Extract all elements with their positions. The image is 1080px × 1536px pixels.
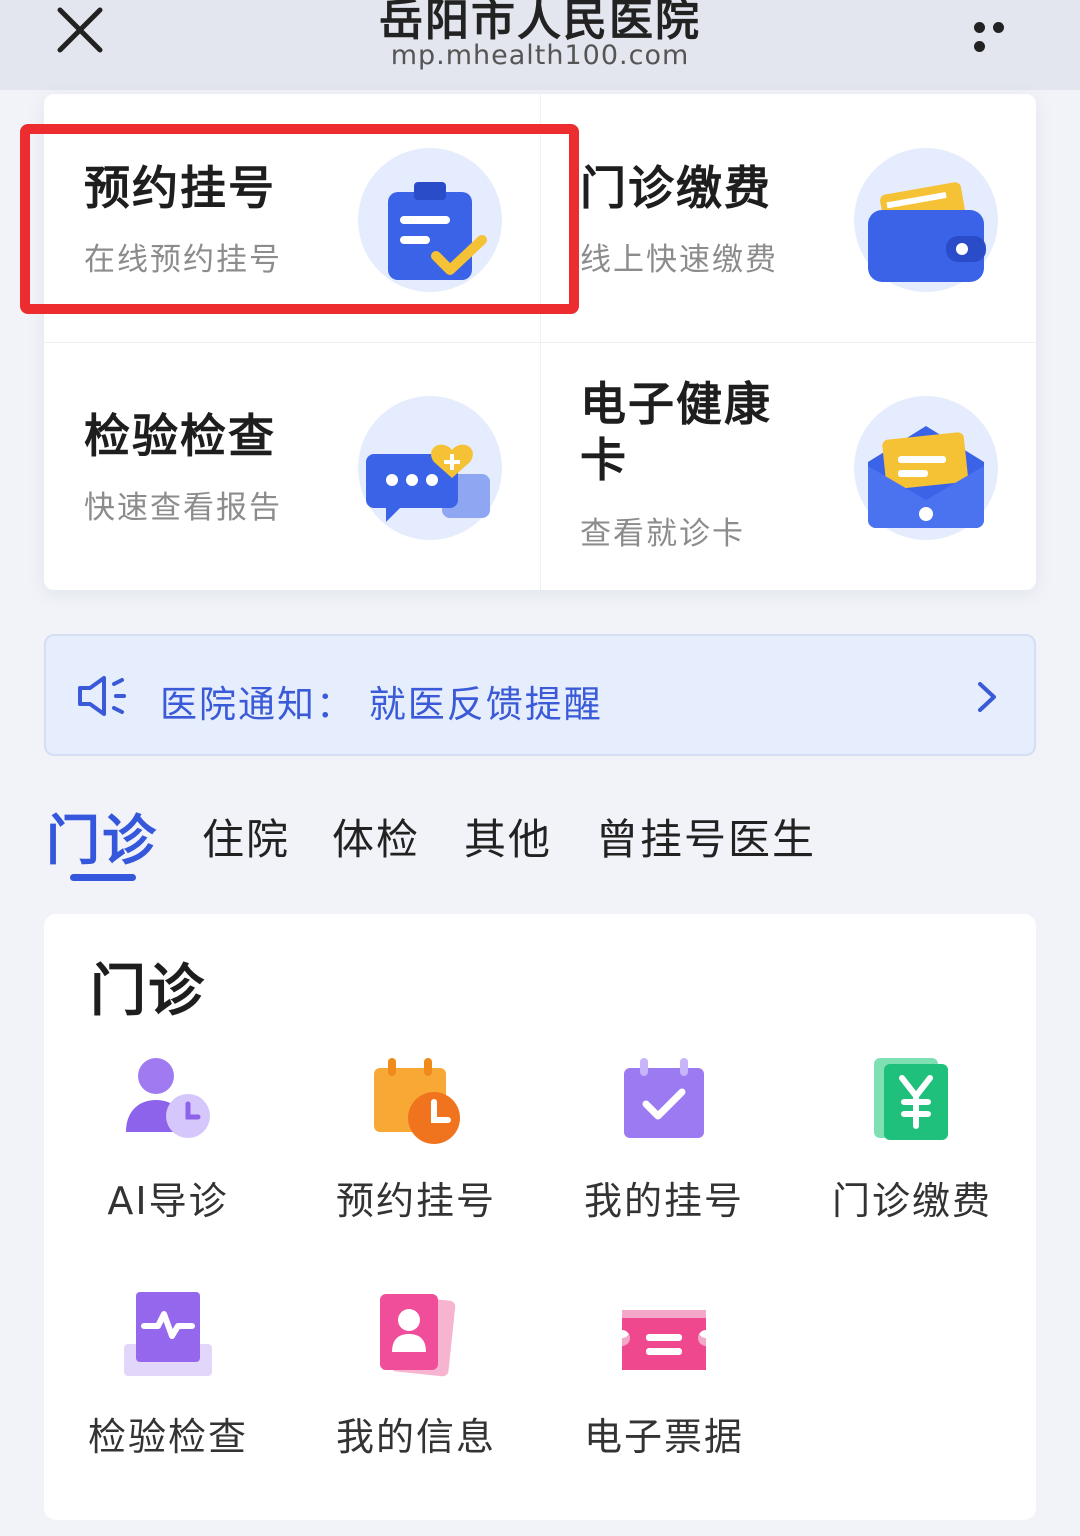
service-my-info[interactable]: 我的信息 [292, 1290, 540, 1490]
service-label: AI导诊 [107, 1179, 229, 1223]
tab-checkup[interactable]: 体检 [332, 806, 420, 867]
wallet-icon [854, 148, 998, 292]
service-my-appointments[interactable]: 我的挂号 [540, 1054, 788, 1254]
quick-action-payment[interactable]: 门诊缴费 线上快速缴费 [540, 94, 1036, 342]
section-title: 门诊 [90, 959, 206, 1024]
speaker-icon [76, 674, 128, 718]
service-appointment[interactable]: 预约挂号 [292, 1054, 540, 1254]
report-pulse-icon [122, 1290, 214, 1382]
page-url: mp.mhealth100.com [390, 40, 690, 71]
tab-past-doctors[interactable]: 曾挂号医生 [596, 806, 816, 867]
ai-guide-icon [122, 1054, 214, 1146]
yuan-bill-icon [866, 1054, 958, 1146]
ticket-icon [618, 1290, 710, 1382]
active-tab-indicator [70, 874, 136, 881]
tab-other[interactable]: 其他 [464, 806, 552, 867]
calendar-check-icon [618, 1054, 710, 1146]
quick-action-subtitle: 快速查看报告 [84, 490, 282, 526]
quick-action-subtitle: 查看就诊卡 [580, 516, 745, 552]
category-tabs: 门诊 住院 体检 其他 曾挂号医生 [46, 796, 1036, 886]
quick-action-title: 电子健康 卡 [580, 377, 772, 487]
quick-action-title: 门诊缴费 [580, 161, 772, 215]
service-ai-guide[interactable]: AI导诊 [44, 1054, 292, 1254]
service-label: 我的挂号 [583, 1179, 744, 1223]
highlight-box [20, 124, 579, 314]
notice-banner[interactable]: 医院通知： 就医反馈提醒 [44, 634, 1036, 756]
service-label: 预约挂号 [335, 1179, 496, 1223]
tab-inpatient[interactable]: 住院 [202, 806, 290, 867]
service-lab-results[interactable]: 检验检查 [44, 1290, 292, 1490]
calendar-clock-icon [370, 1054, 462, 1146]
service-e-receipt[interactable]: 电子票据 [540, 1290, 788, 1490]
id-card-icon [370, 1290, 462, 1382]
more-icon[interactable] [974, 18, 1030, 52]
quick-action-subtitle: 线上快速缴费 [580, 242, 778, 278]
chevron-right-icon [976, 680, 998, 714]
top-bar: 岳阳市人民医院 mp.mhealth100.com [0, 0, 1080, 90]
service-outpatient-payment[interactable]: 门诊缴费 [788, 1054, 1036, 1254]
quick-action-health-card[interactable]: 电子健康 卡 查看就诊卡 [540, 342, 1036, 590]
notice-text: 医院通知： 就医反馈提醒 [160, 683, 603, 726]
chat-report-icon [358, 396, 502, 540]
outpatient-services-card: 门诊 AI导诊 预约挂号 我的挂号 门诊缴费 检验检查 我的信息 电子票据 [44, 914, 1036, 1520]
quick-action-title: 检验检查 [84, 409, 276, 463]
tab-outpatient[interactable]: 门诊 [46, 796, 158, 875]
service-label: 电子票据 [583, 1415, 744, 1459]
quick-action-lab[interactable]: 检验检查 快速查看报告 [44, 342, 540, 590]
card-envelope-icon [854, 396, 998, 540]
service-label: 检验检查 [87, 1415, 248, 1459]
service-label: 门诊缴费 [831, 1179, 992, 1223]
service-label: 我的信息 [335, 1415, 496, 1459]
